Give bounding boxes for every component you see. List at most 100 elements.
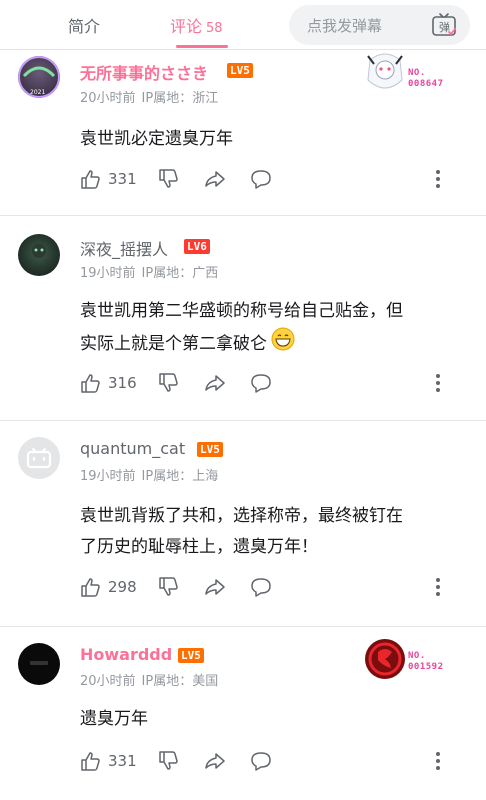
- fan-badge-no-label: NO.: [408, 651, 426, 661]
- like-count: 331: [108, 170, 137, 188]
- share-icon: [204, 372, 226, 394]
- avatar[interactable]: [18, 643, 60, 685]
- share-button[interactable]: [204, 370, 226, 396]
- more-button[interactable]: [434, 370, 442, 396]
- comment-item: 2021 无所事事的ささき LV5 20小时前 IP属地：浙江 NO. 00864…: [0, 50, 486, 215]
- grin-emoji-icon: [271, 327, 295, 362]
- like-button[interactable]: 298: [80, 574, 137, 600]
- fan-badge-no-label: NO.: [408, 68, 426, 78]
- fan-badge[interactable]: [360, 50, 410, 100]
- danmaku-input[interactable]: 点我发弹幕 弹: [289, 5, 470, 45]
- level-badge: LV5: [178, 648, 204, 663]
- username[interactable]: 无所事事的ささき: [80, 60, 208, 84]
- share-button[interactable]: [204, 574, 226, 600]
- fan-badge-no-value: 008647: [408, 79, 444, 89]
- comment-actions: 298: [80, 574, 460, 600]
- comment-line-text: 实际上就是个第二拿破仑: [80, 334, 267, 354]
- like-button[interactable]: 316: [80, 370, 137, 396]
- avatar-year: 2021: [30, 89, 45, 96]
- level-badge: LV6: [184, 239, 210, 254]
- reply-icon: [250, 372, 272, 394]
- reply-button[interactable]: [250, 574, 272, 600]
- like-icon: [80, 750, 102, 772]
- dislike-icon: [158, 372, 180, 394]
- username[interactable]: 深夜_摇摆人: [80, 236, 168, 260]
- danmaku-placeholder: 点我发弹幕: [307, 17, 383, 35]
- comment-line: 袁世凯用第二华盛顿的称号给自己贴金，但: [80, 301, 403, 321]
- more-icon: [434, 168, 442, 190]
- comment-meta: 19小时前 IP属地：上海: [80, 465, 218, 484]
- share-icon: [204, 168, 226, 190]
- comment-item: 深夜_摇摆人 LV6 19小时前 IP属地：广西 袁世凯用第二华盛顿的称号给自己贴…: [0, 216, 486, 420]
- top-tab-bar: 简介 评论 58 点我发弹幕 弹: [0, 0, 486, 50]
- more-icon: [434, 576, 442, 598]
- share-icon: [204, 576, 226, 598]
- dislike-icon: [158, 168, 180, 190]
- like-count: 298: [108, 578, 137, 596]
- more-icon: [434, 750, 442, 772]
- dislike-button[interactable]: [158, 574, 180, 600]
- ip-location: IP属地：美国: [141, 674, 219, 689]
- dislike-icon: [158, 576, 180, 598]
- active-tab-indicator: [176, 45, 228, 48]
- comment-time: 20小时前: [80, 674, 136, 689]
- comment-meta: 19小时前 IP属地：广西: [80, 262, 218, 281]
- reply-button[interactable]: [250, 748, 272, 774]
- more-button[interactable]: [434, 574, 442, 600]
- username[interactable]: Howarddd: [80, 645, 172, 664]
- like-button[interactable]: 331: [80, 748, 137, 774]
- reply-button[interactable]: [250, 370, 272, 396]
- share-button[interactable]: [204, 748, 226, 774]
- comment-content: 袁世凯必定遗臭万年: [80, 129, 233, 149]
- comment-time: 20小时前: [80, 91, 136, 106]
- comment-content: 袁世凯背叛了共和，选择称帝，最终被钉在 了历史的耻辱柱上，遗臭万年！: [80, 501, 470, 563]
- tab-comments[interactable]: 评论 58: [170, 13, 223, 37]
- more-icon: [434, 372, 442, 394]
- like-count: 316: [108, 374, 137, 392]
- dislike-button[interactable]: [158, 166, 180, 192]
- fan-badge[interactable]: [360, 635, 410, 685]
- username[interactable]: quantum_cat: [80, 439, 185, 458]
- like-count: 331: [108, 752, 137, 770]
- like-icon: [80, 168, 102, 190]
- dislike-button[interactable]: [158, 370, 180, 396]
- comment-line-2: 了历史的耻辱柱上，遗臭万年！: [80, 537, 318, 557]
- danmaku-icon[interactable]: 弹: [430, 11, 458, 39]
- ip-location: IP属地：广西: [141, 266, 219, 281]
- comment-meta: 20小时前 IP属地：浙江: [80, 87, 218, 106]
- level-badge: LV5: [227, 63, 253, 78]
- ip-location: IP属地：浙江: [141, 91, 219, 106]
- comment-actions: 331: [80, 748, 460, 774]
- comment-time: 19小时前: [80, 266, 136, 281]
- reply-icon: [250, 750, 272, 772]
- avatar[interactable]: [18, 437, 60, 479]
- avatar[interactable]: 2021: [18, 56, 60, 98]
- comment-time: 19小时前: [80, 469, 136, 484]
- like-button[interactable]: 331: [80, 166, 137, 192]
- comment-count: 58: [206, 21, 223, 36]
- fan-badge-number: NO. 008647: [408, 68, 444, 90]
- reply-icon: [250, 168, 272, 190]
- share-button[interactable]: [204, 166, 226, 192]
- dislike-button[interactable]: [158, 748, 180, 774]
- comment-line-2: 实际上就是个第二拿破仑: [80, 327, 470, 362]
- ip-location: IP属地：上海: [141, 469, 219, 484]
- like-icon: [80, 576, 102, 598]
- fan-badge-no-value: 001592: [408, 662, 444, 672]
- more-button[interactable]: [434, 166, 442, 192]
- comment-item: Howarddd LV5 20小时前 IP属地：美国 NO. 001592 遗臭万…: [0, 627, 486, 800]
- like-icon: [80, 372, 102, 394]
- avatar[interactable]: [18, 234, 60, 276]
- tab-intro[interactable]: 简介: [68, 13, 100, 37]
- level-badge: LV5: [197, 442, 223, 457]
- tab-comments-label: 评论: [170, 17, 203, 36]
- comment-actions: 316: [80, 370, 460, 396]
- dislike-icon: [158, 750, 180, 772]
- share-icon: [204, 750, 226, 772]
- comment-meta: 20小时前 IP属地：美国: [80, 670, 218, 689]
- comment-item: quantum_cat LV5 19小时前 IP属地：上海 袁世凯背叛了共和，选择…: [0, 421, 486, 626]
- comment-actions: 331: [80, 166, 460, 192]
- comment-line: 袁世凯背叛了共和，选择称帝，最终被钉在: [80, 506, 403, 526]
- reply-button[interactable]: [250, 166, 272, 192]
- more-button[interactable]: [434, 748, 442, 774]
